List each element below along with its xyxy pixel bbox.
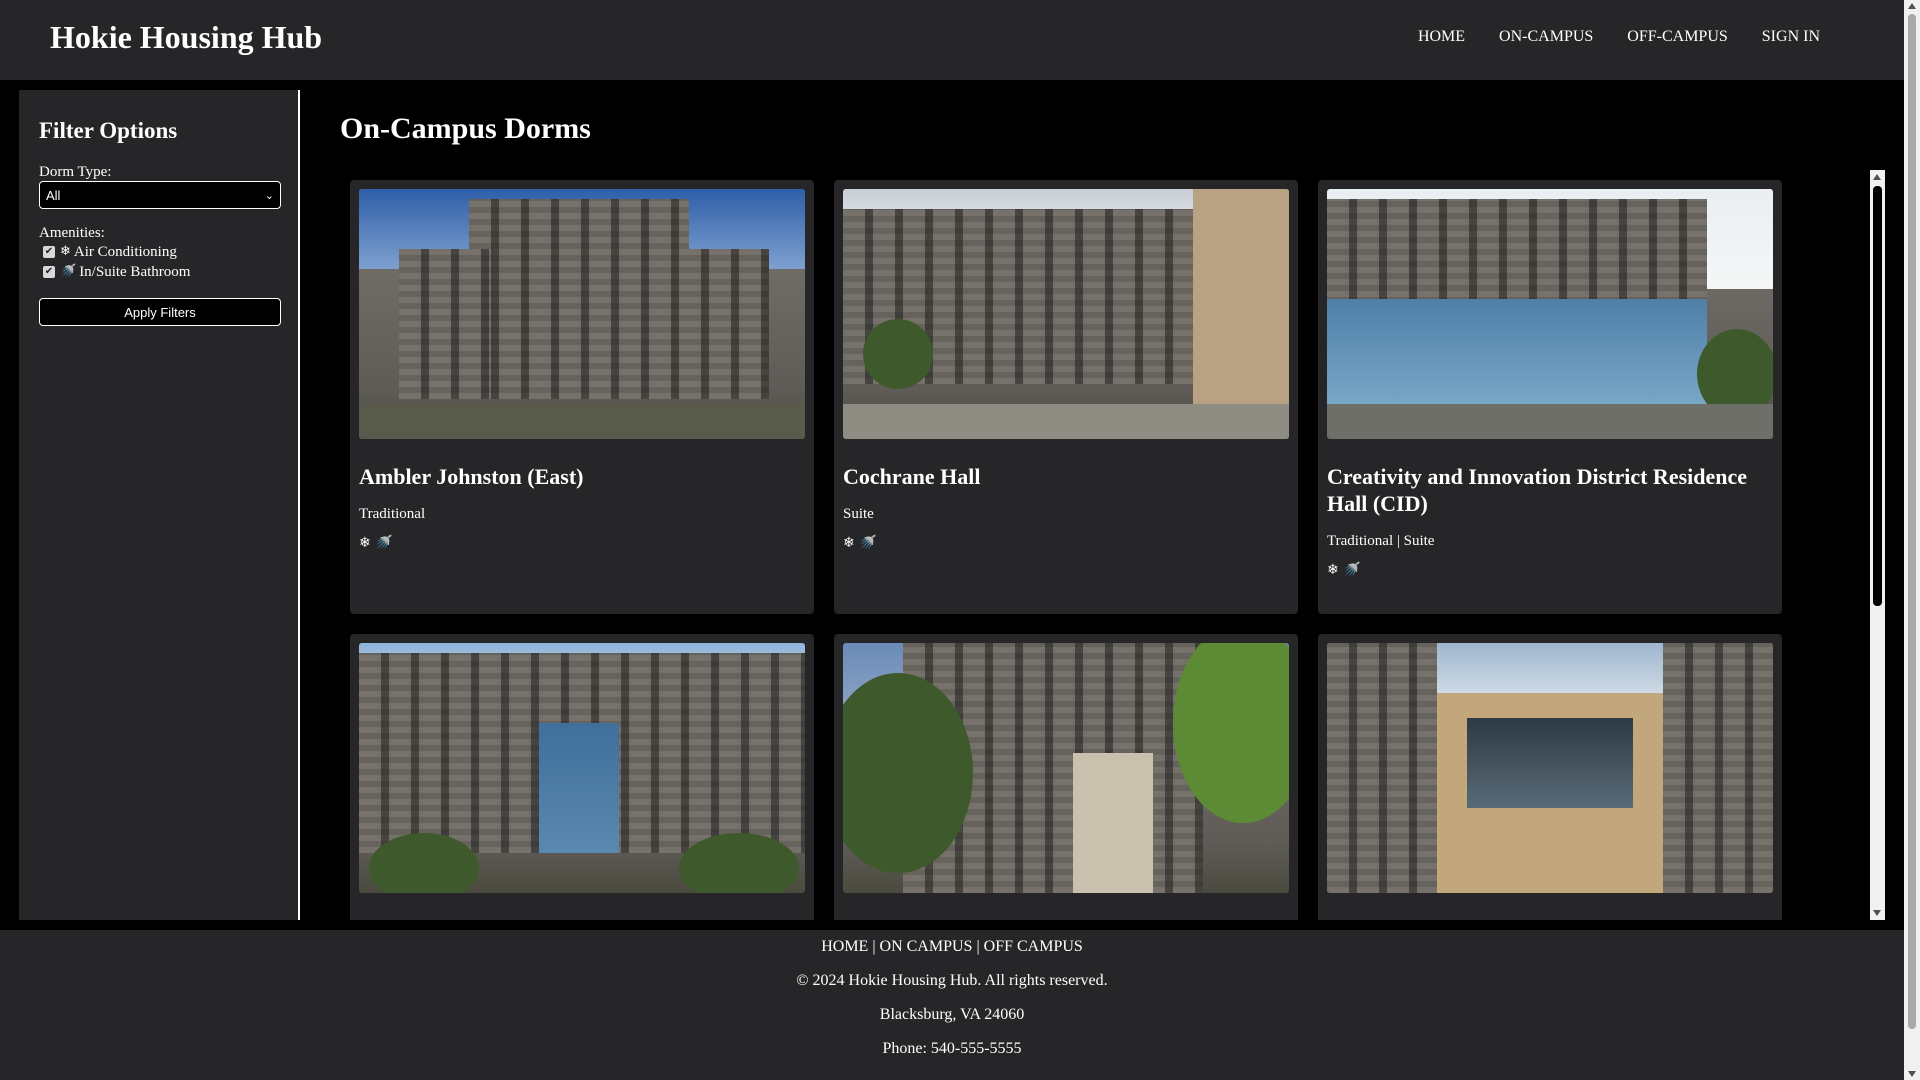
dorm-name[interactable]: Cochrane Hall xyxy=(843,463,1289,490)
page-scroll-up-icon[interactable] xyxy=(1908,3,1916,9)
dorm-name[interactable]: Ambler Johnston (East) xyxy=(359,463,805,490)
site-brand[interactable]: Hokie Housing Hub xyxy=(50,19,322,56)
dorm-photo xyxy=(843,189,1289,439)
page-scroll-thumb[interactable] xyxy=(1908,14,1916,1029)
footer-nav: HOME | ON CAMPUS | OFF CAMPUS xyxy=(0,930,1904,964)
bathroom-checkbox[interactable]: ✔ xyxy=(43,266,55,278)
amenities-label: Amenities: xyxy=(39,225,105,241)
dorm-card[interactable]: Ambler Johnston (East) Traditional ❄ 🚿 xyxy=(350,180,814,614)
dorm-photo xyxy=(1327,189,1773,439)
dorm-card[interactable] xyxy=(834,634,1298,920)
bathroom-label: In/Suite Bathroom xyxy=(79,264,191,280)
page-title: On-Campus Dorms xyxy=(340,112,591,145)
dorm-card-list[interactable]: Ambler Johnston (East) Traditional ❄ 🚿 C… xyxy=(340,170,1885,920)
dorm-card[interactable] xyxy=(1318,634,1782,920)
dorm-photo xyxy=(359,189,805,439)
nav-home-link[interactable]: HOME xyxy=(1418,28,1465,46)
dorm-type: Suite xyxy=(843,506,874,522)
dorm-type: Traditional xyxy=(359,506,426,522)
shower-icon: 🚿 xyxy=(60,264,77,279)
nav-on-campus-link[interactable]: ON-CAMPUS xyxy=(1499,28,1593,46)
page-scroll-down-icon[interactable] xyxy=(1908,1071,1916,1077)
dorm-type: Traditional | Suite xyxy=(1327,533,1435,549)
amenities-group: Amenities: ✔ ❄ Air Conditioning ✔ 🚿 In/S… xyxy=(39,225,278,282)
chevron-down-icon: ⌄ xyxy=(264,188,274,202)
page-scrollbar[interactable] xyxy=(1904,0,1920,1080)
top-nav: HOME ON-CAMPUS OFF-CAMPUS SIGN IN xyxy=(1418,28,1820,46)
dorm-card[interactable] xyxy=(350,634,814,920)
footer-home-link[interactable]: HOME xyxy=(821,938,868,955)
footer-on-campus-link[interactable]: ON CAMPUS xyxy=(880,938,973,955)
dorm-type-select[interactable]: All ⌄ xyxy=(39,181,281,209)
apply-filters-button[interactable]: Apply Filters xyxy=(39,298,281,326)
dorm-type-label: Dorm Type: xyxy=(39,164,112,180)
scroll-thumb[interactable] xyxy=(1873,186,1882,606)
scroll-down-arrow-icon[interactable] xyxy=(1873,910,1881,916)
footer-separator: | xyxy=(972,938,984,955)
amenity-bathroom: ✔ 🚿 In/Suite Bathroom xyxy=(39,262,278,282)
nav-sign-in-link[interactable]: SIGN IN xyxy=(1762,28,1820,46)
nav-off-campus-link[interactable]: OFF-CAMPUS xyxy=(1627,28,1727,46)
air-conditioning-label: Air Conditioning xyxy=(73,244,177,260)
site-footer: HOME | ON CAMPUS | OFF CAMPUS © 2024 Hok… xyxy=(0,930,1904,1080)
site-header: Hokie Housing Hub HOME ON-CAMPUS OFF-CAM… xyxy=(0,0,1904,80)
footer-off-campus-link[interactable]: OFF CAMPUS xyxy=(984,938,1083,955)
amenity-icons: ❄ 🚿 xyxy=(1327,562,1361,578)
dorm-photo xyxy=(1327,643,1773,893)
scroll-up-arrow-icon[interactable] xyxy=(1873,174,1881,180)
card-list-scrollbar[interactable] xyxy=(1870,170,1885,920)
dorm-name[interactable]: Creativity and Innovation District Resid… xyxy=(1327,463,1773,517)
footer-separator: | xyxy=(868,938,880,955)
dorm-type-value: All xyxy=(46,187,61,203)
filter-sidebar: Filter Options Dorm Type: All ⌄ Amenitie… xyxy=(19,90,300,920)
address-text: Blacksburg, VA 24060 xyxy=(879,1006,1025,1023)
amenity-icons: ❄ 🚿 xyxy=(843,535,877,551)
amenity-air-conditioning: ✔ ❄ Air Conditioning xyxy=(39,242,278,262)
snowflake-icon: ❄ xyxy=(60,244,71,259)
dorm-card[interactable]: Cochrane Hall Suite ❄ 🚿 xyxy=(834,180,1298,614)
amenity-icons: ❄ 🚿 xyxy=(359,535,393,551)
dorm-card[interactable]: Creativity and Innovation District Resid… xyxy=(1318,180,1782,614)
dorm-photo xyxy=(843,643,1289,893)
air-conditioning-checkbox[interactable]: ✔ xyxy=(43,246,55,258)
dorm-photo xyxy=(359,643,805,893)
phone-text: Phone: 540-555-5555 xyxy=(882,1040,1022,1057)
copyright-text: © 2024 Hokie Housing Hub. All rights res… xyxy=(796,972,1108,989)
filter-title: Filter Options xyxy=(39,118,178,143)
